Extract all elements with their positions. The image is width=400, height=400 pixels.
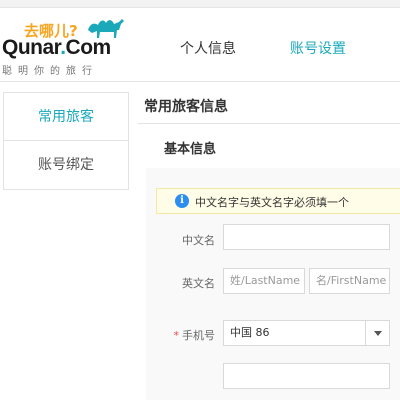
notice-bar: i 中文名字与英文名字必须填一个 [156, 188, 400, 214]
nav-personal-info[interactable]: 个人信息 [180, 38, 236, 58]
nav-account-settings[interactable]: 账号设置 [290, 38, 346, 58]
qunar-logo[interactable]: 去哪儿? Qunar.Com 聪明你的旅行 [2, 16, 127, 78]
sidebar-item-account-binding[interactable]: 账号绑定 [4, 141, 128, 189]
dropdown-toggle[interactable] [365, 321, 389, 345]
sidebar: 常用旅客 账号绑定 [3, 92, 129, 190]
caret-down-icon [374, 331, 382, 336]
section-title: 基本信息 [164, 142, 217, 157]
sidebar-item-frequent-travelers[interactable]: 常用旅客 [4, 93, 128, 141]
phone-label: * 手机号 [155, 327, 216, 343]
logo-tagline: 聪明你的旅行 [2, 66, 98, 77]
top-strip [0, 0, 400, 8]
first-name-input[interactable]: 名/FirstName [309, 268, 390, 294]
phone-label-text: 手机号 [182, 329, 215, 342]
notice-text: 中文名字与英文名字必须填一个 [195, 196, 349, 209]
country-code-value: 中国 86 [230, 326, 270, 339]
page-title: 常用旅客信息 [144, 99, 228, 115]
chinese-name-label: 中文名 [182, 234, 215, 247]
required-mark: * [173, 329, 180, 342]
country-code-select[interactable]: 中国 86 [223, 320, 390, 346]
chinese-name-input[interactable] [223, 224, 390, 250]
last-name-input[interactable]: 姓/LastName [223, 268, 305, 294]
logo-wordmark: Qunar.Com [2, 36, 111, 59]
phone-number-input[interactable] [223, 363, 390, 389]
title-divider [138, 123, 400, 124]
header: 去哪儿? Qunar.Com 聪明你的旅行 个人信息 账号设置 [0, 8, 400, 82]
info-icon: i [175, 194, 189, 208]
english-name-label: 英文名 [182, 277, 215, 290]
